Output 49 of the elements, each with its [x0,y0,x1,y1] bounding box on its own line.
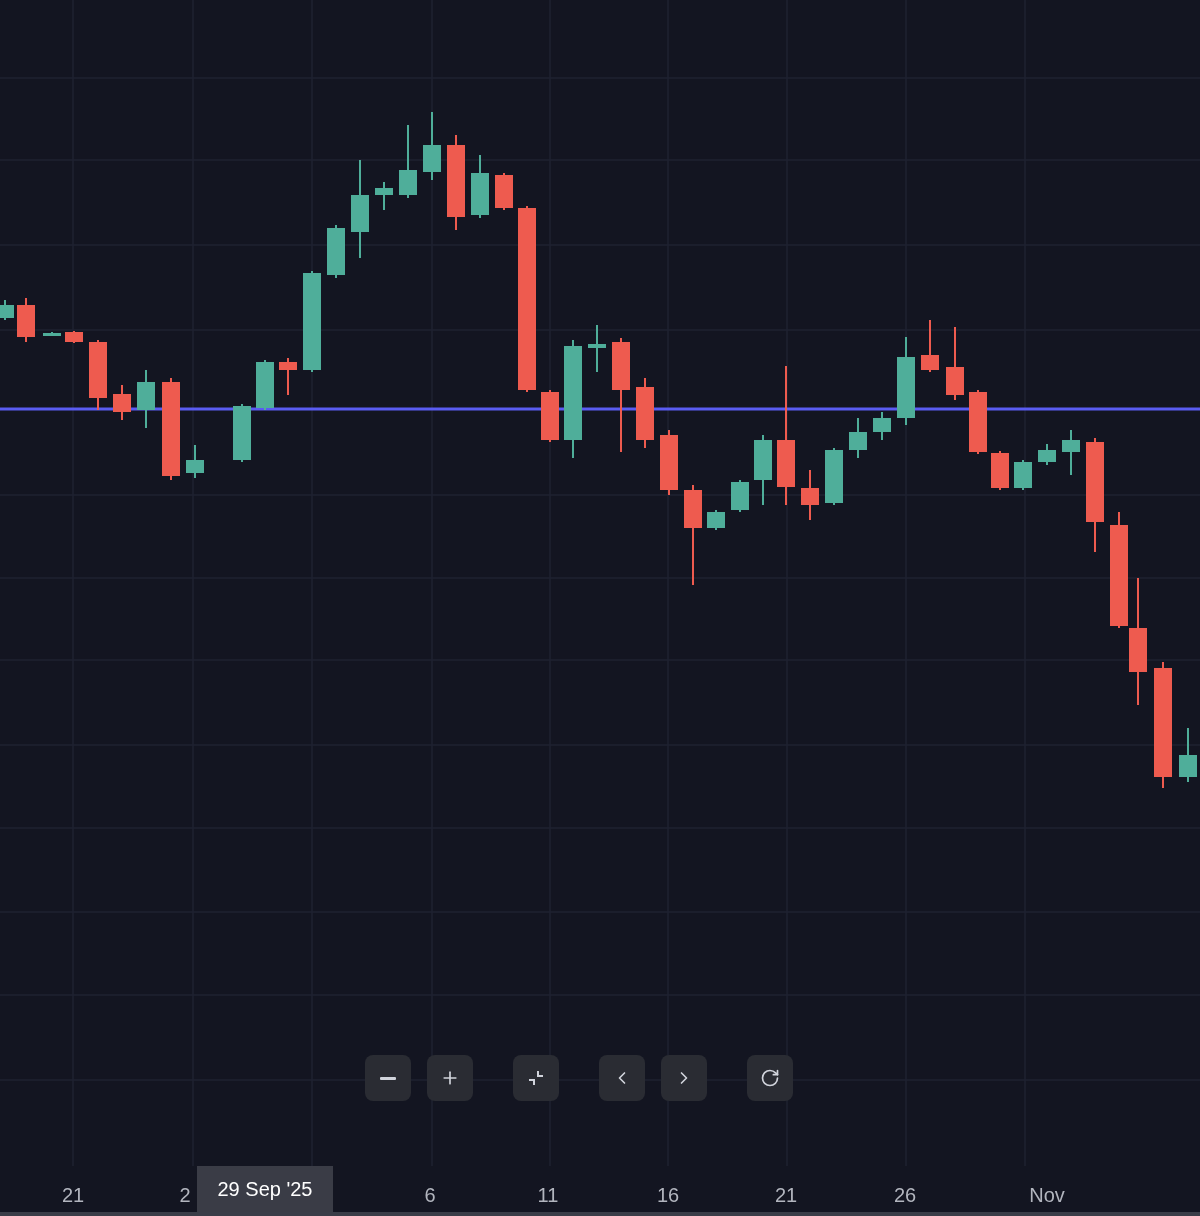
candle [0,299,14,321]
candle [660,429,678,496]
candle [991,450,1009,491]
minus-icon [380,1076,396,1080]
candle [43,331,61,337]
candle [825,447,843,506]
axis-label: Nov [1029,1183,1065,1208]
shrink-icon [526,1068,546,1088]
candle [375,181,393,211]
axis-label: 16 [656,1183,680,1208]
candle [849,417,867,459]
candle [1038,443,1056,466]
candle [707,509,725,531]
candle [89,339,107,411]
candle [1062,429,1080,476]
candle [327,224,345,279]
candle [969,389,987,455]
candle [65,330,83,344]
candle [256,359,274,411]
candle [1179,727,1197,783]
candle [754,434,772,506]
candle [186,444,204,479]
candle [423,111,441,181]
candle [471,154,489,219]
candle [233,403,251,463]
axis-label: 2 [179,1183,191,1208]
candle [873,411,891,441]
reset-button[interactable] [747,1055,793,1101]
axis-label: 21 [774,1183,798,1208]
axis-label: 26 [893,1183,917,1208]
zoom-in-button[interactable] [427,1055,473,1101]
candle [636,377,654,449]
candle [113,384,131,421]
zoom-out-button[interactable] [365,1055,411,1101]
candle [541,389,559,443]
crosshair-date-label: 29 Sep '25 [197,1166,333,1212]
candle [495,172,513,211]
candle [921,319,939,373]
candle [17,297,35,343]
axis-label: 11 [537,1183,559,1208]
axis-label: 6 [424,1183,436,1208]
axis-label: 21 [61,1183,85,1208]
candle [801,469,819,521]
candle [1014,459,1032,491]
reset-icon [760,1068,780,1088]
candle [588,324,606,373]
candle [731,479,749,513]
candle [279,357,297,396]
candle [137,369,155,429]
